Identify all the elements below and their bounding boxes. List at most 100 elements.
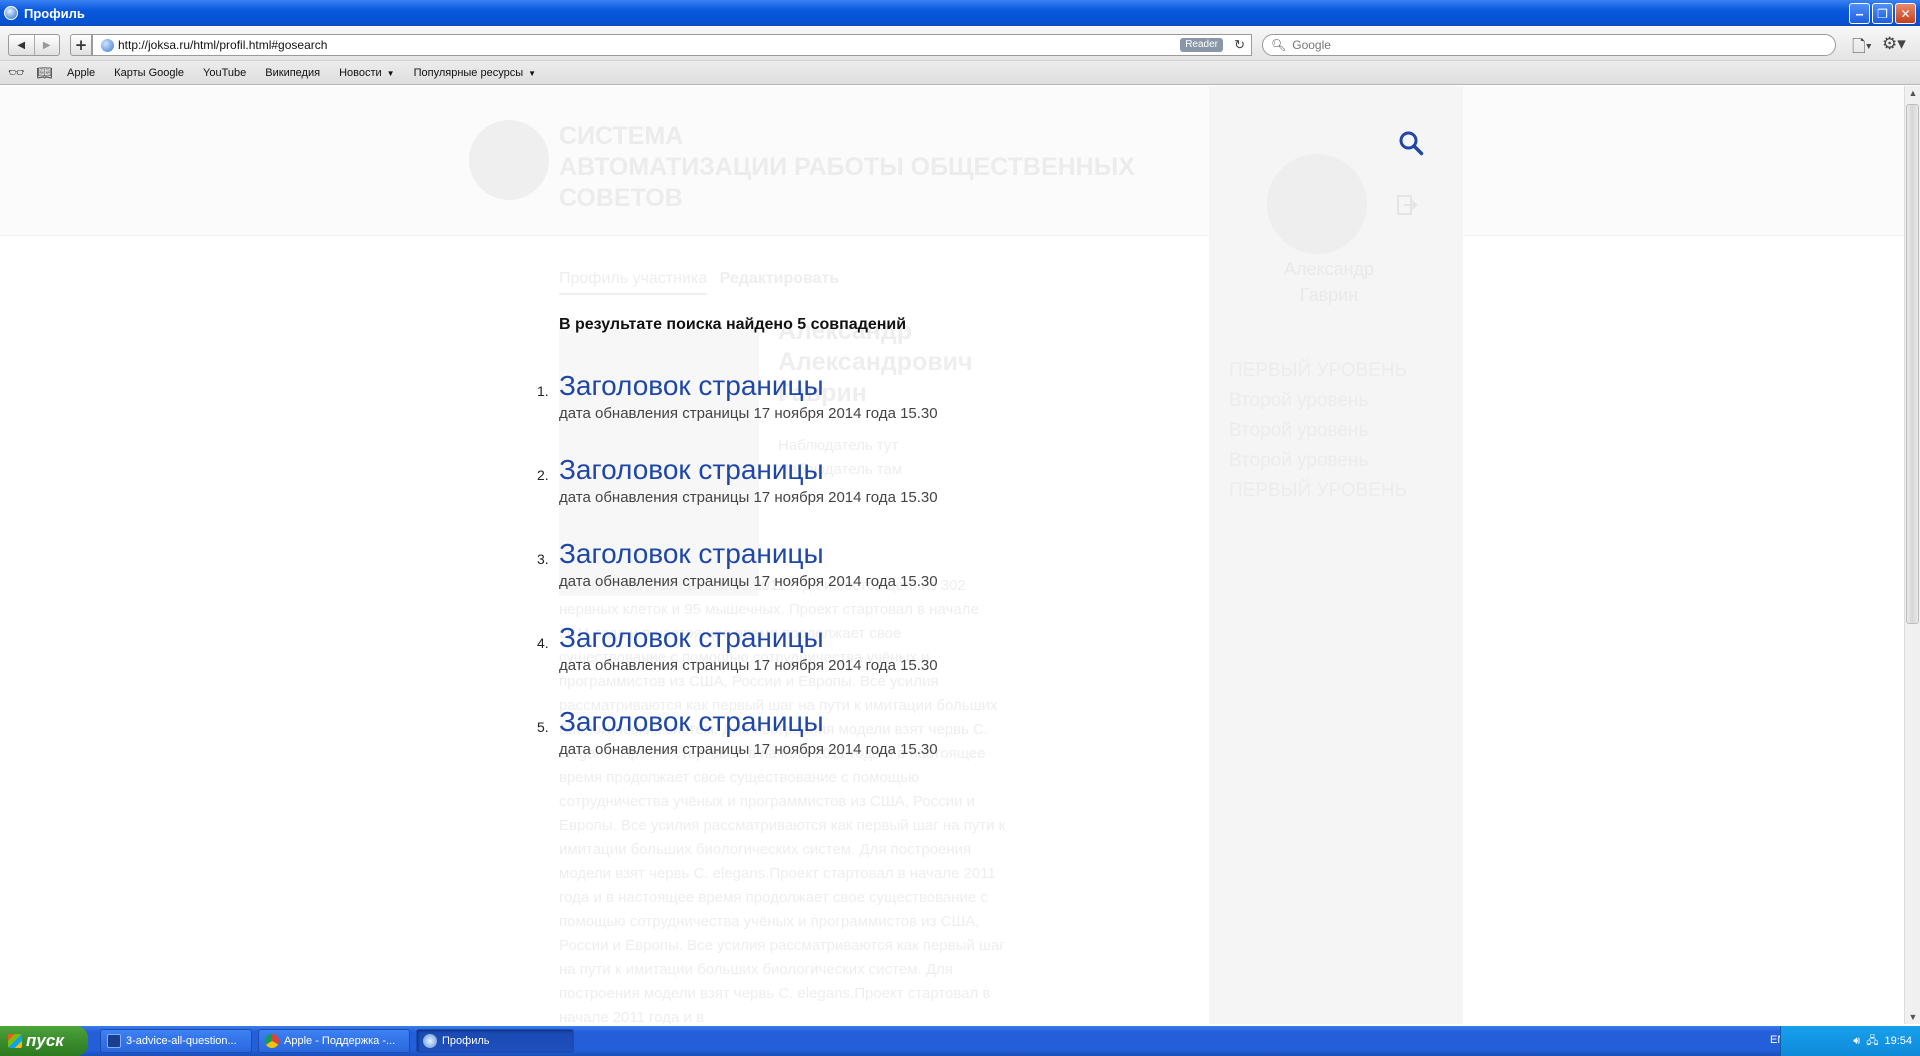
window-title: Профиль xyxy=(24,5,85,21)
bookmark-news-folder[interactable]: Новости ▼ xyxy=(339,67,395,79)
address-bar[interactable]: http://joksa.ru/html/profil.html#gosearc… xyxy=(92,34,1252,56)
task-label: 3-advice-all-question... xyxy=(126,1035,237,1047)
bookmarks-bar: 👓︎ 📖︎ Apple Карты Google YouTube Википед… xyxy=(0,61,1920,85)
search-icon[interactable] xyxy=(1398,130,1424,156)
search-result: 2. Заголовок страницы дата обнавления ст… xyxy=(537,453,938,537)
search-summary: В результате поиска найдено 5 совпадений xyxy=(559,316,907,333)
result-number: 3. xyxy=(537,551,549,567)
sidebar-item-level2[interactable]: Второй уровень xyxy=(1229,386,1407,416)
start-button[interactable]: пуск xyxy=(0,1026,88,1056)
user-sidebar: Александр Гаврин ПЕРВЫЙ УРОВЕНЬ Второй у… xyxy=(1209,86,1463,1024)
result-date: дата обнавления страницы 17 ноября 2014 … xyxy=(559,573,938,590)
search-results-list: 1. Заголовок страницы дата обнавления ст… xyxy=(537,369,938,789)
gear-icon[interactable]: ⚙▾ xyxy=(1882,34,1906,54)
page-menu-icon[interactable]: 🗋▾ xyxy=(1852,34,1872,63)
sidebar-item-level1[interactable]: ПЕРВЫЙ УРОВЕНЬ xyxy=(1229,476,1407,506)
search-field[interactable]: 🔍︎ Google xyxy=(1262,34,1836,56)
scroll-up-icon[interactable]: ▲ xyxy=(1907,88,1919,98)
tab-edit[interactable]: Редактировать xyxy=(720,270,840,287)
bookmark-popular-folder[interactable]: Популярные ресурсы ▼ xyxy=(414,67,536,79)
sidebar-menu: ПЕРВЫЙ УРОВЕНЬ Второй уровень Второй уро… xyxy=(1229,356,1407,506)
bookmark-youtube[interactable]: YouTube xyxy=(203,67,246,79)
chevron-down-icon: ▼ xyxy=(528,68,537,78)
minimize-button[interactable]: ‒ xyxy=(1849,3,1870,24)
result-title-link[interactable]: Заголовок страницы xyxy=(559,369,938,403)
result-title-link[interactable]: Заголовок страницы xyxy=(559,537,938,571)
nav-buttons: ◀ ▶ xyxy=(8,34,60,56)
bookmark-google-maps[interactable]: Карты Google xyxy=(114,67,184,79)
search-result: 5. Заголовок страницы дата обнавления ст… xyxy=(537,705,938,789)
reload-icon[interactable]: ↻ xyxy=(1234,37,1245,53)
network-icon[interactable]: 🖧 xyxy=(1866,1032,1878,1051)
taskbar-item-safari[interactable]: Профиль xyxy=(416,1029,574,1053)
safari-icon xyxy=(4,6,18,20)
site-logo xyxy=(469,120,549,200)
sidebar-user-name-line: Гаврин xyxy=(1299,285,1359,305)
taskbar-item-chrome[interactable]: Apple - Поддержка -... xyxy=(258,1029,410,1053)
avatar xyxy=(1267,154,1367,254)
site-title-line: СОВЕТОВ xyxy=(559,184,683,212)
task-label: Apple - Поддержка -... xyxy=(284,1035,396,1047)
profile-tabs: Профиль участника Редактировать xyxy=(559,270,840,295)
start-label: пуск xyxy=(26,1031,64,1050)
tab-profile[interactable]: Профиль участника xyxy=(559,270,708,295)
result-number: 1. xyxy=(537,383,549,399)
taskbar: пуск 3-advice-all-question... Apple - По… xyxy=(0,1026,1920,1056)
clock[interactable]: 19:54 xyxy=(1884,1035,1912,1047)
add-bookmark-button[interactable]: + xyxy=(70,34,92,56)
bookmark-wikipedia[interactable]: Википедия xyxy=(265,67,320,79)
bookmarks-book-icon[interactable]: 📖︎ xyxy=(37,65,54,81)
result-date: дата обнавления страницы 17 ноября 2014 … xyxy=(559,657,938,674)
browser-toolbar: ◀ ▶ + http://joksa.ru/html/profil.html#g… xyxy=(0,26,1920,61)
bookmark-popular-label: Популярные ресурсы xyxy=(413,66,524,79)
page-viewport: СИСТЕМА АВТОМАТИЗАЦИИ РАБОТЫ ОБЩЕСТВЕННЫ… xyxy=(0,86,1904,1024)
bookmark-tools: 👓︎ 📖︎ xyxy=(8,65,53,81)
globe-icon xyxy=(101,38,114,52)
chevron-down-icon: ▼ xyxy=(386,68,395,78)
bookmark-news-label: Новости xyxy=(339,66,382,79)
bookmark-apple[interactable]: Apple xyxy=(67,67,95,79)
chrome-icon xyxy=(265,1034,279,1048)
sidebar-item-level2[interactable]: Второй уровень xyxy=(1229,446,1407,476)
windows-flag-icon xyxy=(8,1034,22,1048)
result-number: 2. xyxy=(537,467,549,483)
back-button[interactable]: ◀ xyxy=(9,35,34,55)
site-header: СИСТЕМА АВТОМАТИЗАЦИИ РАБОТЫ ОБЩЕСТВЕННЫ… xyxy=(0,86,1904,236)
sidebar-item-level1[interactable]: ПЕРВЫЙ УРОВЕНЬ xyxy=(1229,356,1407,386)
result-date: дата обнавления страницы 17 ноября 2014 … xyxy=(559,405,938,422)
vertical-scrollbar[interactable]: ▲ ▼ xyxy=(1904,86,1920,1024)
reading-list-icon[interactable]: 👓︎ xyxy=(8,65,25,81)
window-titlebar: Профиль ‒ ❐ ✕ xyxy=(0,0,1920,26)
result-number: 4. xyxy=(537,635,549,651)
search-result: 4. Заголовок страницы дата обнавления ст… xyxy=(537,621,938,705)
site-title-line: СИСТЕМА xyxy=(559,122,684,150)
volume-icon[interactable]: 🔊︎ xyxy=(1853,1035,1860,1048)
photoshop-icon xyxy=(107,1034,121,1048)
magnifier-icon: 🔍︎ xyxy=(1271,38,1287,52)
task-label: Профиль xyxy=(442,1035,490,1047)
close-button[interactable]: ✕ xyxy=(1895,3,1916,24)
result-number: 5. xyxy=(537,719,549,735)
result-title-link[interactable]: Заголовок страницы xyxy=(559,621,938,655)
site-title-line: АВТОМАТИЗАЦИИ РАБОТЫ ОБЩЕСТВЕННЫХ xyxy=(559,153,1135,181)
sidebar-user-name: Александр Гаврин xyxy=(1239,256,1419,308)
system-tray: 🔊︎ 🖧 19:54 xyxy=(1780,1026,1920,1056)
scroll-thumb[interactable] xyxy=(1906,104,1919,624)
result-date: дата обнавления страницы 17 ноября 2014 … xyxy=(559,741,938,758)
sidebar-item-level2[interactable]: Второй уровень xyxy=(1229,416,1407,446)
scroll-down-icon[interactable]: ▼ xyxy=(1907,1012,1919,1022)
result-date: дата обнавления страницы 17 ноября 2014 … xyxy=(559,489,938,506)
result-title-link[interactable]: Заголовок страницы xyxy=(559,705,938,739)
logout-icon[interactable] xyxy=(1396,194,1418,216)
url-text[interactable]: http://joksa.ru/html/profil.html#gosearc… xyxy=(118,38,327,52)
result-title-link[interactable]: Заголовок страницы xyxy=(559,453,938,487)
sidebar-user-name-line: Александр xyxy=(1283,259,1375,279)
forward-button[interactable]: ▶ xyxy=(33,35,60,55)
search-result: 1. Заголовок страницы дата обнавления ст… xyxy=(537,369,938,453)
site-title: СИСТЕМА АВТОМАТИЗАЦИИ РАБОТЫ ОБЩЕСТВЕННЫ… xyxy=(559,121,1199,214)
reader-button[interactable]: Reader xyxy=(1180,38,1223,52)
maximize-button[interactable]: ❐ xyxy=(1872,3,1893,24)
taskbar-item-photoshop[interactable]: 3-advice-all-question... xyxy=(100,1029,252,1053)
search-result: 3. Заголовок страницы дата обнавления ст… xyxy=(537,537,938,621)
safari-icon xyxy=(423,1034,437,1048)
